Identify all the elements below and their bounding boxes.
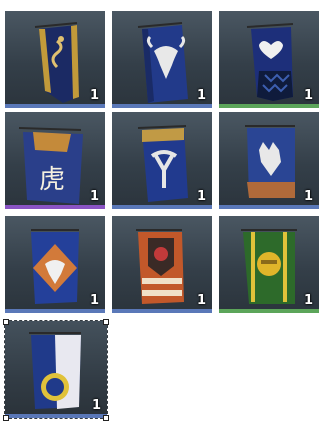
quantity-label: 1 (196, 88, 206, 103)
quantity-label: 1 (303, 88, 313, 103)
banner-slot-10[interactable]: 1 (4, 320, 108, 419)
banner-slot-1[interactable]: 1 (5, 11, 105, 108)
banner-slot-2[interactable]: 1 (112, 11, 212, 108)
banner-slot-9[interactable]: 1 (219, 216, 319, 313)
banner-slot-4[interactable]: 虎 1 (5, 112, 105, 209)
selection-handle[interactable] (103, 415, 109, 421)
quantity-label: 1 (196, 293, 206, 308)
quantity-label: 1 (89, 293, 99, 308)
quantity-label: 1 (303, 293, 313, 308)
svg-text:虎: 虎 (39, 165, 65, 195)
banner-slot-7[interactable]: 1 (5, 216, 105, 313)
selection-handle[interactable] (3, 415, 9, 421)
quantity-label: 1 (89, 88, 99, 103)
quantity-label: 1 (89, 189, 99, 204)
selection-handle[interactable] (3, 319, 9, 325)
banner-inventory-grid: 1 1 1 虎 1 1 1 1 1 1 1 (0, 0, 326, 423)
quantity-label: 1 (196, 189, 206, 204)
banner-slot-5[interactable]: 1 (112, 112, 212, 209)
banner-slot-3[interactable]: 1 (219, 11, 319, 108)
quantity-label: 1 (91, 398, 101, 413)
selection-handle[interactable] (103, 319, 109, 325)
banner-slot-8[interactable]: 1 (112, 216, 212, 313)
banner-slot-6[interactable]: 1 (219, 112, 319, 209)
quantity-label: 1 (303, 189, 313, 204)
